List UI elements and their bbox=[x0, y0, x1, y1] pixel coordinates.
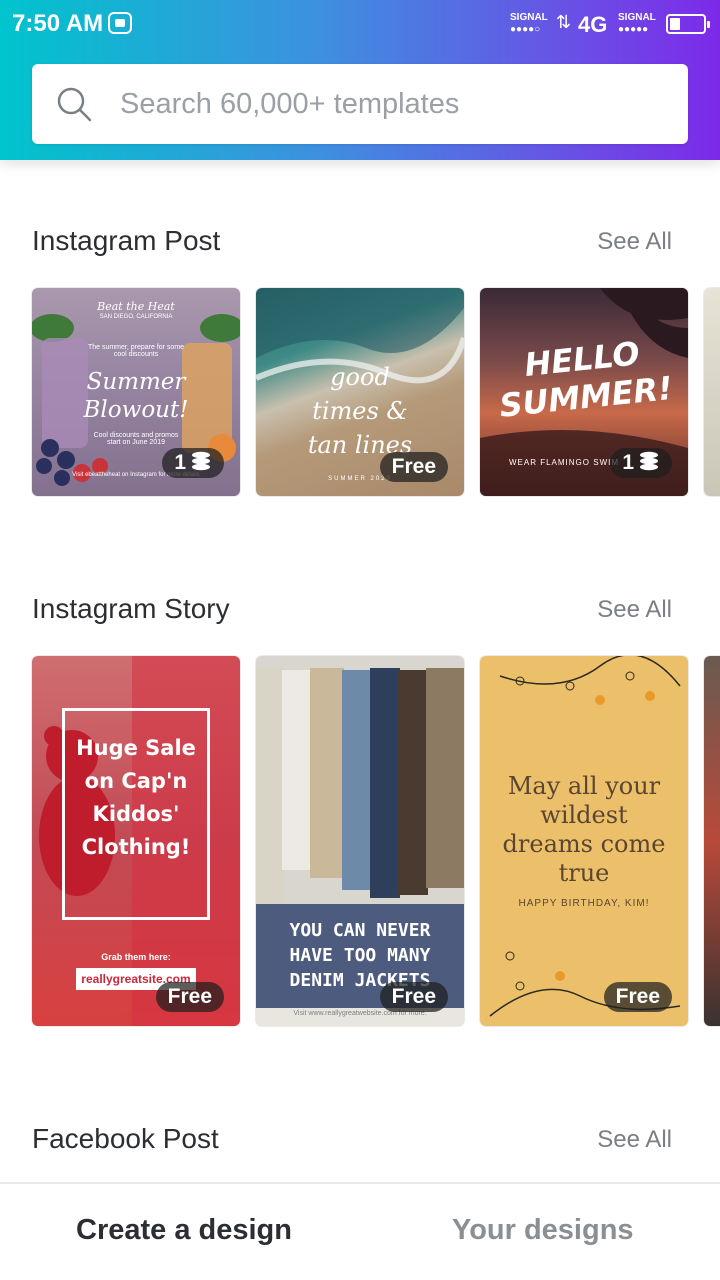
price-badge-count: 1 bbox=[622, 451, 634, 474]
search-icon bbox=[57, 87, 92, 122]
template-card-hello-summer[interactable]: HELLO SUMMER! WEAR FLAMINGO SWIM 1 bbox=[480, 288, 688, 496]
card-subtext: HAPPY BIRTHDAY, KIM! bbox=[518, 898, 650, 909]
price-badge: Free bbox=[379, 452, 448, 482]
signal-dots-icon: ●●●●○ bbox=[510, 24, 541, 35]
price-badge: 1 bbox=[162, 448, 224, 478]
price-badge: Free bbox=[603, 982, 672, 1012]
bottom-navigation: Create a design Your designs bbox=[0, 1182, 720, 1280]
template-card-partial[interactable] bbox=[704, 288, 720, 496]
section-title-instagram-story: Instagram Story bbox=[32, 593, 230, 624]
price-badge-count: 1 bbox=[174, 451, 186, 474]
template-card-good-times[interactable]: good times & tan lines SUMMER 2020 Free bbox=[256, 288, 464, 496]
card-line2: SAN DIEGO, CALIFORNIA bbox=[99, 314, 173, 320]
template-card-denim[interactable]: YOU CAN NEVER HAVE TOO MANY DENIM JACKET… bbox=[256, 656, 464, 1026]
see-all-instagram-story[interactable]: See All bbox=[597, 596, 672, 624]
price-badge: Free bbox=[155, 982, 224, 1012]
credit-coin-icon bbox=[192, 452, 210, 471]
section-title-facebook-post: Facebook Post bbox=[32, 1123, 219, 1154]
card-headline: Huge Sale on Cap'n Kiddos' Clothing! bbox=[76, 736, 196, 859]
signal-label: SIGNAL bbox=[510, 12, 548, 23]
card-line4: Cool discounts and promos start on June … bbox=[93, 432, 179, 446]
section-title-instagram-post: Instagram Post bbox=[32, 225, 221, 256]
network-type: 4G bbox=[578, 12, 608, 37]
template-card-summer-blowout[interactable]: Beat the Heat SAN DIEGO, CALIFORNIA The … bbox=[32, 288, 240, 496]
signal-dots-icon-2: ●●●●● bbox=[618, 24, 649, 35]
status-bar: 7:50 AM SIGNAL ●●●●○ ⇅ 4G SIGNAL ●●●●● bbox=[0, 0, 720, 50]
battery-icon bbox=[666, 14, 710, 34]
price-badge: Free bbox=[379, 982, 448, 1012]
see-all-facebook-post[interactable]: See All bbox=[597, 1126, 672, 1154]
credit-coin-icon bbox=[640, 452, 658, 471]
see-all-instagram-post[interactable]: See All bbox=[597, 228, 672, 256]
card-headline: Summer Blowout! bbox=[83, 369, 189, 423]
data-transfer-icon: ⇅ bbox=[556, 12, 572, 32]
search-input[interactable] bbox=[120, 64, 670, 144]
template-card-birthday[interactable]: May all your wildest dreams come true HA… bbox=[480, 656, 688, 1026]
search-bar[interactable] bbox=[32, 64, 688, 144]
app-header: 7:50 AM SIGNAL ●●●●○ ⇅ 4G SIGNAL ●●●●● bbox=[0, 0, 720, 160]
tab-create-a-design[interactable]: Create a design bbox=[76, 1214, 292, 1247]
messenger-icon bbox=[108, 12, 132, 34]
template-card-huge-sale[interactable]: Huge Sale on Cap'n Kiddos' Clothing! Gra… bbox=[32, 656, 240, 1026]
template-card-partial-story[interactable] bbox=[704, 656, 720, 1026]
card-line1: Beat the Heat bbox=[97, 300, 175, 313]
card-grab-text: Grab them here: bbox=[101, 952, 171, 962]
card-headline: May all your wildest dreams come true bbox=[502, 772, 666, 887]
card-headline: good times & tan lines bbox=[307, 363, 413, 459]
clothes-rack-artwork bbox=[256, 656, 464, 904]
card-line3: The summer, prepare for some cool discou… bbox=[87, 344, 185, 358]
tab-your-designs[interactable]: Your designs bbox=[452, 1214, 634, 1247]
status-time: 7:50 AM bbox=[12, 10, 104, 37]
signal-label-2: SIGNAL bbox=[618, 12, 656, 23]
price-badge: 1 bbox=[610, 448, 672, 478]
